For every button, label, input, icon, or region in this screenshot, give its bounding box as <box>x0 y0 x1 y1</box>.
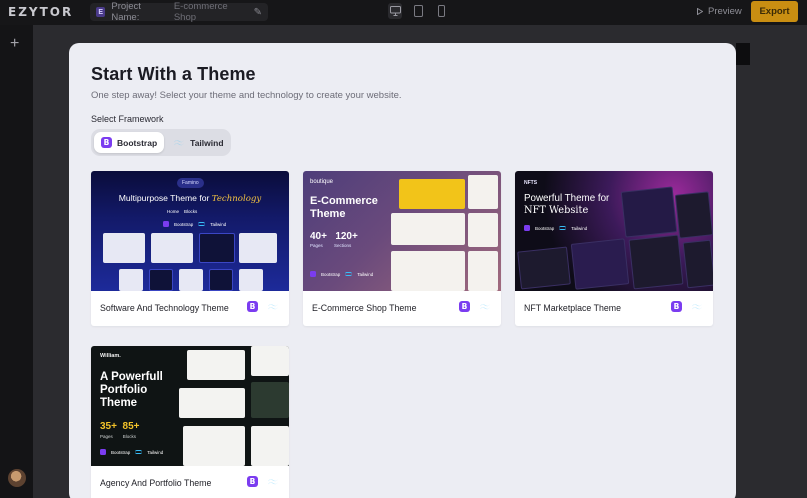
preview-stats: 40+ 120+ <box>310 231 358 242</box>
theme-preview-ecommerce: boutique E-Commerce Theme 40+ 120+ Pages … <box>303 171 501 291</box>
theme-card-title: NFT Marketplace Theme <box>524 303 621 313</box>
framework-option-label: Tailwind <box>190 137 224 148</box>
theme-tech-icons: B <box>671 301 703 312</box>
tailwind-icon <box>174 139 185 145</box>
play-icon <box>697 8 703 15</box>
preview-headline: A Powerfull Portfolio Theme <box>100 371 163 409</box>
top-bar: EZYTOR E Project Name: E-commerce Shop ✎… <box>0 0 807 25</box>
preview-label: Preview <box>708 6 742 17</box>
framework-option-tailwind[interactable]: Tailwind <box>166 132 230 153</box>
left-sidebar: + <box>0 25 33 498</box>
theme-card-agency[interactable]: William. A Powerfull Portfolio Theme 35+ 8… <box>91 346 289 498</box>
theme-preview-technology: Famino Multipurpose Theme for Technology… <box>91 171 289 291</box>
preview-tags: Home Blocks <box>167 209 198 214</box>
preview-brand: NFTS <box>524 180 538 186</box>
theme-card-nft[interactable]: NFTS Powerful Theme for NFT Website Boots… <box>515 171 713 326</box>
framework-switch: B Bootstrap Tailwind <box>91 129 231 156</box>
tailwind-icon <box>268 303 278 309</box>
canvas-edge <box>736 43 750 65</box>
theme-card-title: Agency And Portfolio Theme <box>100 478 212 488</box>
mobile-icon[interactable] <box>434 3 448 19</box>
project-name-value: E-commerce Shop <box>173 1 228 23</box>
preview-pill: Famino <box>177 178 204 188</box>
framework-label: Select Framework <box>91 114 164 124</box>
edit-pencil-icon[interactable]: ✎ <box>254 7 262 18</box>
bootstrap-icon: B <box>247 476 258 487</box>
theme-tech-icons: B <box>247 301 279 312</box>
theme-picker-modal: Start With a Theme One step away! Select… <box>69 43 736 498</box>
preview-tech-row: Bootstrap Tailwind <box>100 449 163 455</box>
bootstrap-icon: B <box>459 301 470 312</box>
app-logo: EZYTOR <box>8 5 74 19</box>
preview-tech-row: Bootstrap Tailwind <box>310 271 373 277</box>
device-switcher <box>388 3 448 19</box>
tailwind-icon <box>480 303 490 309</box>
preview-stats: 35+ 85+ <box>100 421 140 432</box>
modal-title: Start With a Theme <box>91 64 256 84</box>
add-icon[interactable]: + <box>10 36 19 52</box>
project-icon: E <box>96 7 106 17</box>
preview-brand: William. <box>100 353 121 359</box>
preview-stat-labels: Pages Blocks <box>100 434 137 439</box>
avatar[interactable] <box>8 469 26 487</box>
preview-headline: Powerful Theme for NFT Website <box>524 193 610 216</box>
modal-subtitle: One step away! Select your theme and tec… <box>91 90 402 101</box>
theme-card-title: E-Commerce Shop Theme <box>312 303 417 313</box>
preview-tech-row: Bootstrap Tailwind <box>163 221 226 227</box>
export-button[interactable]: Export <box>751 1 798 22</box>
theme-card-ecommerce[interactable]: boutique E-Commerce Theme 40+ 120+ Pages … <box>303 171 501 326</box>
project-name-label: Project Name: <box>111 1 141 23</box>
bootstrap-icon: B <box>247 301 258 312</box>
bootstrap-icon: B <box>101 137 112 148</box>
preview-stat-labels: Pages Sections <box>310 243 352 248</box>
preview-button[interactable]: Preview <box>697 6 742 17</box>
desktop-icon[interactable] <box>388 3 402 19</box>
bootstrap-icon: B <box>671 301 682 312</box>
framework-option-bootstrap[interactable]: B Bootstrap <box>94 132 165 153</box>
tailwind-icon <box>692 303 702 309</box>
theme-tech-icons: B <box>459 301 491 312</box>
project-name-field[interactable]: E Project Name: E-commerce Shop ✎ <box>90 1 268 23</box>
preview-brand: boutique <box>310 179 334 185</box>
theme-card-title: Software And Technology Theme <box>100 303 229 313</box>
preview-headline: Multipurpose Theme for Technology <box>118 193 262 204</box>
preview-tech-row: Bootstrap Tailwind <box>524 225 587 231</box>
tailwind-icon <box>268 478 278 484</box>
theme-tech-icons: B <box>247 476 279 487</box>
preview-headline: E-Commerce Theme <box>310 195 378 220</box>
theme-preview-agency: William. A Powerfull Portfolio Theme 35+ 8… <box>91 346 289 466</box>
theme-preview-nft: NFTS Powerful Theme for NFT Website Boots… <box>515 171 713 291</box>
framework-option-label: Bootstrap <box>117 137 158 148</box>
tablet-icon[interactable] <box>411 3 425 19</box>
theme-card-technology[interactable]: Famino Multipurpose Theme for Technology… <box>91 171 289 326</box>
